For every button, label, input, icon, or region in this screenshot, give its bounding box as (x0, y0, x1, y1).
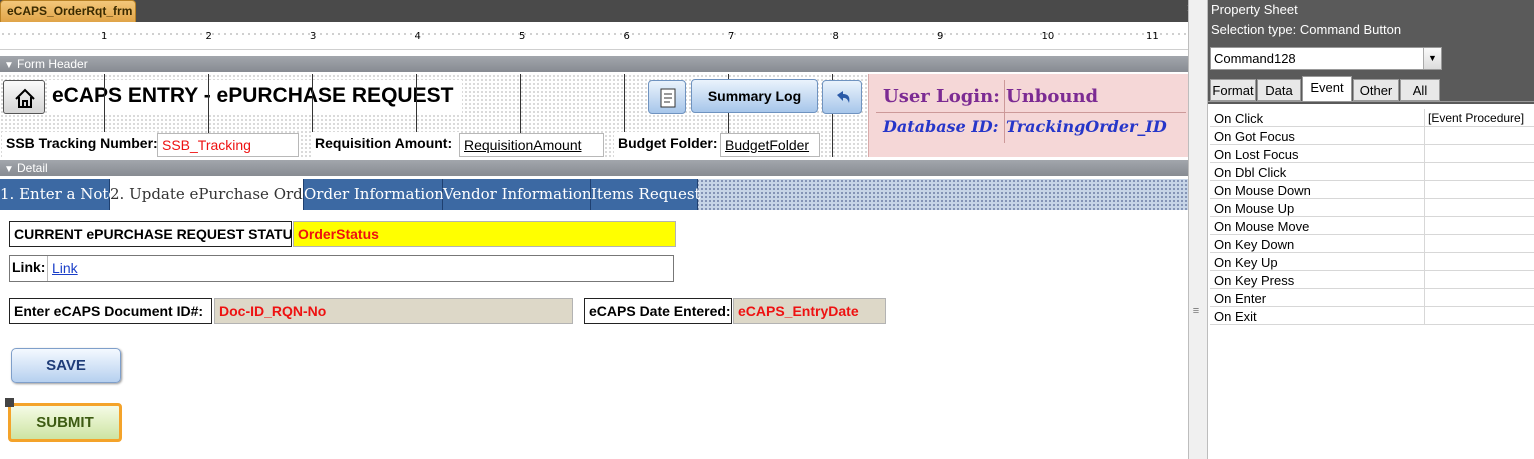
property-name: On Enter (1214, 291, 1267, 306)
tab-vendor-information[interactable]: Vendor Information (443, 179, 592, 210)
form-header-label: Form Header (17, 57, 88, 71)
property-row[interactable]: On Mouse Up (1210, 199, 1534, 217)
property-name: On Exit (1214, 309, 1257, 324)
property-row[interactable]: On Click [Event Procedure] (1210, 109, 1534, 127)
requisition-amount-label: Requisition Amount: (311, 132, 459, 157)
property-row[interactable]: On Enter (1210, 289, 1534, 307)
requisition-amount-field[interactable]: RequisitionAmount (459, 133, 604, 157)
database-id-label: Database ID: (883, 117, 999, 136)
form-header-section-bar[interactable]: ▼ Form Header (0, 56, 1188, 72)
user-login-value[interactable]: Unbound (1006, 86, 1098, 107)
property-row[interactable]: On Lost Focus (1210, 145, 1534, 163)
property-row[interactable]: On Dbl Click (1210, 163, 1534, 181)
property-value[interactable] (1424, 217, 1534, 235)
tab-all[interactable]: All (1400, 79, 1440, 101)
chevron-down-icon[interactable]: ▼ (1423, 48, 1441, 69)
report-icon (660, 88, 676, 108)
tab-items-request[interactable]: Items Request (591, 179, 701, 210)
budget-folder-field[interactable]: BudgetFolder (720, 133, 820, 157)
control-select[interactable]: Command128 (1210, 47, 1442, 70)
divider (47, 256, 48, 281)
property-row[interactable]: On Mouse Move (1210, 217, 1534, 235)
link-label: Link: (12, 259, 46, 275)
document-id-field[interactable]: Doc-ID_RQN-No (214, 298, 573, 324)
home-button[interactable] (3, 80, 45, 114)
tab-update-epurchase-order[interactable]: 2. Update ePurchase Order (110, 179, 319, 210)
property-name: On Dbl Click (1214, 165, 1287, 180)
home-icon (15, 88, 35, 108)
form-title: eCAPS ENTRY - ePURCHASE REQUEST (48, 80, 462, 114)
tab-order-information[interactable]: Order Information (304, 179, 444, 210)
pane-splitter[interactable] (1188, 0, 1208, 459)
property-value[interactable] (1424, 163, 1534, 181)
link-row (9, 255, 674, 282)
undo-icon (837, 91, 850, 103)
property-name: On Got Focus (1214, 129, 1295, 144)
property-value[interactable] (1424, 235, 1534, 253)
order-status-field[interactable]: OrderStatus (293, 221, 676, 247)
ruler-ticks (0, 33, 1188, 35)
property-value[interactable] (1424, 289, 1534, 307)
property-row[interactable]: On Exit (1210, 307, 1534, 325)
user-login-label: User Login: (883, 86, 1000, 107)
property-name: On Lost Focus (1214, 147, 1299, 162)
date-entered-label: eCAPS Date Entered: (584, 298, 732, 324)
property-name: On Mouse Down (1214, 183, 1311, 198)
property-name: On Click (1214, 111, 1264, 126)
tab-data[interactable]: Data (1257, 79, 1301, 101)
property-value[interactable]: [Event Procedure] (1424, 109, 1534, 127)
property-value[interactable] (1424, 145, 1534, 163)
property-value[interactable] (1424, 271, 1534, 289)
property-sheet-title: Property Sheet (1211, 2, 1298, 17)
tab-event[interactable]: Event (1302, 76, 1352, 102)
status-label: CURRENT ePURCHASE REQUEST STATUS: (9, 221, 307, 247)
document-tab[interactable]: eCAPS_OrderRqt_frm (0, 0, 136, 22)
property-value[interactable] (1424, 307, 1534, 325)
detail-section-bar[interactable]: ▼ Detail (0, 160, 1188, 176)
tab-enter-a-note[interactable]: 1. Enter a Note (0, 179, 117, 210)
budget-folder-label: Budget Folder: (614, 132, 720, 157)
grip-icon[interactable]: ≡ (1190, 306, 1202, 317)
report-button[interactable] (648, 80, 686, 114)
property-row[interactable]: On Key Up (1210, 253, 1534, 271)
property-value[interactable] (1424, 181, 1534, 199)
horizontal-ruler: 1 2 3 4 5 6 7 8 9 10 11 (0, 24, 1188, 50)
ssb-tracking-field[interactable]: SSB_Tracking (157, 133, 299, 157)
summary-log-button[interactable]: Summary Log (691, 79, 818, 113)
undo-button[interactable] (822, 80, 862, 114)
divider (1208, 101, 1534, 102)
tab-other[interactable]: Other (1353, 79, 1399, 101)
tab-format[interactable]: Format (1210, 79, 1256, 101)
ssb-tracking-label: SSB Tracking Number: (2, 132, 158, 157)
document-tab-strip (0, 0, 1188, 22)
property-name: On Mouse Up (1214, 201, 1295, 216)
access-design-window: eCAPS_OrderRqt_frm × 1234567891011 ▼Form… (0, 0, 1534, 459)
property-name: On Mouse Move (1214, 219, 1310, 234)
database-id-value[interactable]: TrackingOrder_ID (1006, 117, 1167, 136)
section-chevron-icon: ▼ (4, 60, 14, 71)
property-value[interactable] (1424, 199, 1534, 217)
property-value[interactable] (1424, 253, 1534, 271)
property-name: On Key Press (1214, 273, 1295, 288)
move-handle[interactable] (5, 398, 14, 407)
link-hyperlink[interactable]: Link (52, 260, 78, 276)
detail-label: Detail (17, 161, 48, 175)
property-name: On Key Down (1214, 237, 1295, 252)
property-name: On Key Up (1214, 255, 1278, 270)
save-button[interactable]: SAVE (11, 348, 121, 383)
divider (876, 112, 1186, 113)
property-row[interactable]: On Key Press (1210, 271, 1534, 289)
property-row[interactable]: On Mouse Down (1210, 181, 1534, 199)
section-chevron-icon: ▼ (4, 164, 14, 175)
property-value[interactable] (1424, 127, 1534, 145)
selection-type: Selection type: Command Button (1211, 22, 1402, 37)
document-id-label: Enter eCAPS Document ID#: (9, 298, 212, 324)
date-entered-field[interactable]: eCAPS_EntryDate (733, 298, 886, 324)
submit-button[interactable]: SUBMIT (8, 403, 122, 442)
property-row[interactable]: On Got Focus (1210, 127, 1534, 145)
property-row[interactable]: On Key Down (1210, 235, 1534, 253)
